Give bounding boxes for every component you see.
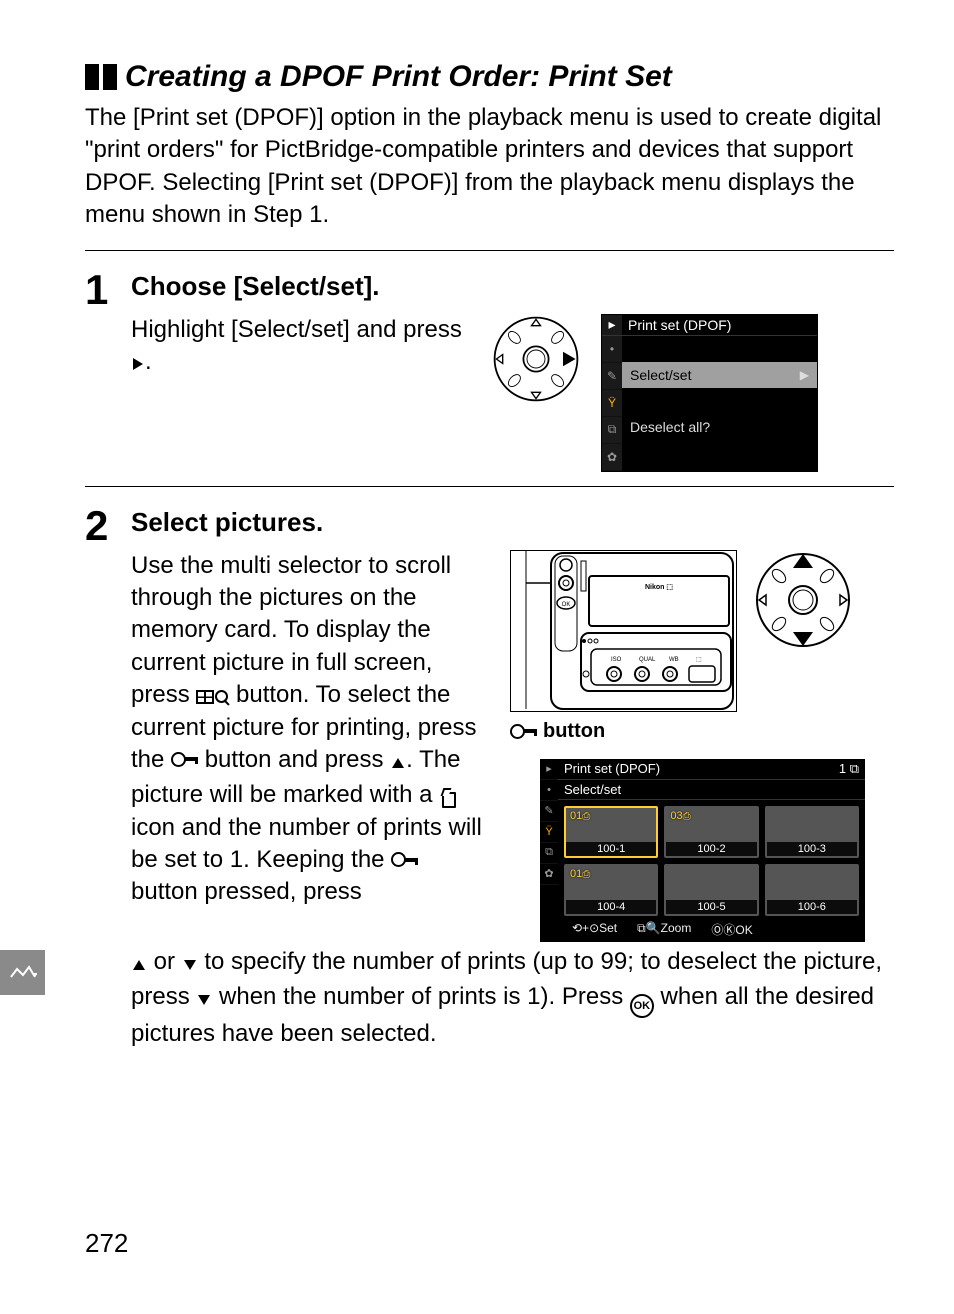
thumbnail[interactable]: 01⎙100-4	[564, 864, 658, 916]
menu-item-deselect-all[interactable]: Deselect all?	[622, 414, 817, 440]
svg-text:⬚: ⬚	[696, 657, 702, 663]
thumbnail[interactable]: 03⎙100-2	[664, 806, 758, 858]
svg-text:ISO: ISO	[611, 657, 622, 663]
camera-menu-screenshot-2: ▸ • ✎ Ÿ ⧉ ✿ Print set (DPOF) 1 ⧉	[540, 759, 865, 942]
playback-icon: ▸	[602, 315, 622, 335]
magnifier-icon	[215, 690, 229, 704]
down-triangle-icon	[196, 984, 212, 1016]
step-2-text-col: Use the multi selector to scroll through…	[131, 550, 486, 942]
section-heading: Creating a DPOF Print Order: Print Set	[85, 60, 894, 94]
s2-g: or	[147, 948, 182, 975]
side-tab-icon	[0, 950, 45, 995]
protect-key-icon	[510, 724, 537, 739]
section-heading-text: Creating a DPOF Print Order: Print Set	[125, 60, 672, 94]
up-triangle-icon	[131, 949, 147, 981]
badge-num: 1	[839, 761, 846, 776]
thumbnail[interactable]: 100-5	[664, 864, 758, 916]
s2-f: button pressed, press	[131, 878, 362, 905]
heading-ornament-icon	[85, 64, 117, 90]
svg-text:OK: OK	[562, 602, 571, 608]
step-1: 1 Choose [Select/set]. Highlight [Select…	[85, 261, 894, 472]
svg-text:QUAL: QUAL	[639, 657, 656, 663]
step-2-heading: Select pictures.	[131, 507, 894, 538]
intro-paragraph: The [Print set (DPOF)] option in the pla…	[85, 102, 894, 232]
step-number: 1	[85, 271, 113, 309]
s2-e: icon and the number of prints will be se…	[131, 814, 482, 873]
camera-menu-screenshot-1: ▸ Print set (DPOF) • ✎ Ÿ ⧉ ✿	[601, 314, 818, 472]
multi-selector-diagram	[491, 314, 581, 404]
lcd2-subtitle: Select/set	[558, 780, 865, 800]
multi-selector-diagram-up-down	[753, 550, 853, 650]
step-1-heading: Choose [Select/set].	[131, 271, 894, 302]
lcd2-badge: 1 ⧉	[839, 761, 859, 777]
thumbnail-icon	[196, 690, 214, 704]
h0: Set	[599, 921, 617, 935]
camera-back-diagram: OK Nikon ⬚ ISO QUAL WB ⬚	[510, 550, 737, 712]
hint-zoom: ⧉🔍Zoom	[637, 921, 691, 938]
protect-key-icon	[171, 752, 198, 767]
s2-i: when the number of prints is 1). Press	[212, 983, 630, 1010]
lcd2-title: Print set (DPOF)	[564, 761, 660, 777]
step-1-text: Highlight [Select/set] and press .	[131, 314, 471, 382]
s2-c: button and press	[198, 746, 390, 773]
h1: Zoom	[661, 921, 692, 935]
right-triangle-icon	[131, 349, 145, 381]
menu-item-select-set[interactable]: Select/set ▶	[622, 362, 817, 388]
thumbnail[interactable]: 01⎙100-1	[564, 806, 658, 858]
step-2-text-wrap: or to specify the number of prints (up t…	[131, 946, 894, 1051]
separator	[85, 486, 894, 487]
step-2: 2 Select pictures. Use the multi selecto…	[85, 497, 894, 1051]
figure-caption: button	[510, 720, 870, 743]
down-triangle-icon	[182, 949, 198, 981]
step1-text-a: Highlight [Select/set] and press	[131, 316, 462, 343]
up-triangle-icon	[390, 747, 406, 779]
svg-text:Nikon ⬚: Nikon ⬚	[645, 584, 673, 591]
step1-text-b: .	[145, 348, 152, 375]
protect-key-icon	[391, 852, 418, 867]
svg-text:WB: WB	[669, 657, 679, 663]
hint-set: ⟲+⊙Set	[572, 921, 617, 938]
h2: OK	[735, 923, 752, 937]
submenu-arrow-icon: ▶	[800, 368, 809, 382]
separator	[85, 250, 894, 251]
hint-ok: ⓄⓀOK	[711, 921, 752, 938]
thumbnail[interactable]: 100-3	[765, 806, 859, 858]
thumbnail[interactable]: 100-6	[765, 864, 859, 916]
lcd1-row-1: Select/set	[630, 367, 691, 383]
print-mark-icon	[439, 788, 455, 806]
step-number: 2	[85, 507, 113, 545]
lcd1-title: Print set (DPOF)	[622, 315, 817, 335]
lcd1-row-3: Deselect all?	[630, 419, 710, 435]
ok-circle-icon: OK	[630, 994, 654, 1018]
caption-text: button	[543, 720, 605, 743]
page-number: 272	[85, 1228, 128, 1259]
